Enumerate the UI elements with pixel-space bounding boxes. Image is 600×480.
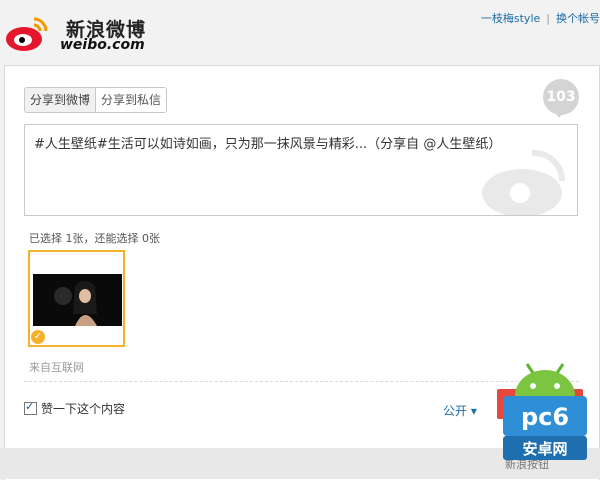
photo-illustration — [33, 274, 122, 326]
switch-account-link[interactable]: 换个帐号 — [556, 12, 600, 25]
pc6-badge-text: pc6 — [521, 403, 569, 431]
selected-check-icon: ✓ — [31, 330, 45, 344]
pc6-android-watermark: pc6 安卓网 — [503, 363, 587, 460]
weibo-watermark-icon — [482, 149, 566, 215]
weibo-eye-icon — [6, 17, 48, 51]
weibo-logo[interactable]: 新浪微博 weibo.com — [4, 7, 154, 55]
brand-name-en: weibo.com — [60, 37, 145, 53]
share-text-input[interactable]: #人生壁纸#生活可以如诗如画，只为那一抹风景与精彩...（分享自 @人生壁纸） — [24, 124, 578, 216]
privacy-dropdown[interactable]: 公开 ▾ — [443, 402, 477, 419]
link-separator: | — [546, 12, 550, 25]
selection-info: 已选择 1张，还能选择 0张 — [29, 232, 160, 245]
share-tabs: 分享到微博 分享到私信 — [24, 87, 168, 113]
image-thumbnail[interactable]: ✓ — [28, 250, 125, 347]
header: 新浪微博 weibo.com 一枝梅style | 换个帐号 — [0, 0, 600, 62]
thumbnail-image — [33, 274, 122, 326]
like-checkbox[interactable] — [24, 400, 37, 415]
like-option[interactable]: 赞一下这个内容 — [24, 400, 125, 417]
tab-share-message[interactable]: 分享到私信 — [96, 88, 167, 112]
user-link[interactable]: 一枝梅style — [481, 12, 540, 25]
pc6-site-text: 安卓网 — [522, 440, 567, 458]
image-source: 来自互联网 — [29, 361, 84, 374]
like-label: 赞一下这个内容 — [41, 402, 126, 416]
char-count-tail — [553, 110, 565, 118]
share-text: #人生壁纸#生活可以如诗如画，只为那一抹风景与精彩...（分享自 @人生壁纸） — [34, 137, 502, 152]
tab-share-weibo[interactable]: 分享到微博 — [25, 88, 97, 112]
account-links: 一枝梅style | 换个帐号 — [481, 10, 600, 26]
divider — [24, 381, 579, 382]
